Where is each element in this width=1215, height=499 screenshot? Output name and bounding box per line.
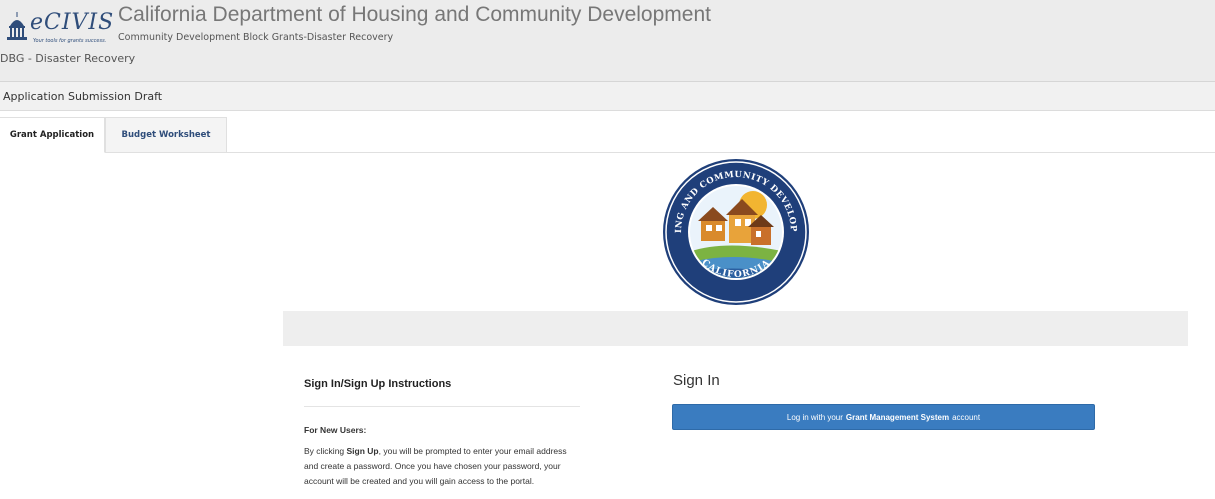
tab-budget-worksheet[interactable]: Budget Worksheet — [105, 117, 227, 153]
instructions-divider — [304, 406, 580, 407]
instructions-body: By clicking Sign Up, you will be prompte… — [304, 446, 567, 486]
hcd-seal-logo: HOUSING AND COMMUNITY DEVELOPMENT CALIFO… — [661, 157, 809, 305]
signin-heading: Sign In — [673, 372, 720, 389]
tab-bar: Grant Application Budget Worksheet — [0, 117, 1215, 153]
tab-grant-application[interactable]: Grant Application — [0, 117, 105, 153]
app-header: eCIVIS Your tools for grants success. Ca… — [0, 0, 1215, 82]
content-divider-band — [283, 311, 1188, 346]
draft-bar: Application Submission Draft — [0, 82, 1215, 111]
logo-tagline: Your tools for grants success. — [33, 38, 107, 44]
instructions-title: Sign In/Sign Up Instructions — [304, 378, 452, 390]
page-title: Application Submission Draft — [3, 90, 163, 103]
program-label: DBG - Disaster Recovery — [0, 52, 136, 65]
capitol-icon — [7, 12, 27, 40]
ecivis-logo[interactable]: eCIVIS — [30, 10, 114, 35]
grant-management-login-button[interactable]: Log in with your Grant Management System a… — [672, 404, 1095, 430]
app-title: California Department of Housing and Com… — [118, 3, 711, 26]
app-subtitle: Community Development Block Grants-Disas… — [118, 32, 394, 43]
new-users-label: For New Users: — [304, 425, 367, 435]
